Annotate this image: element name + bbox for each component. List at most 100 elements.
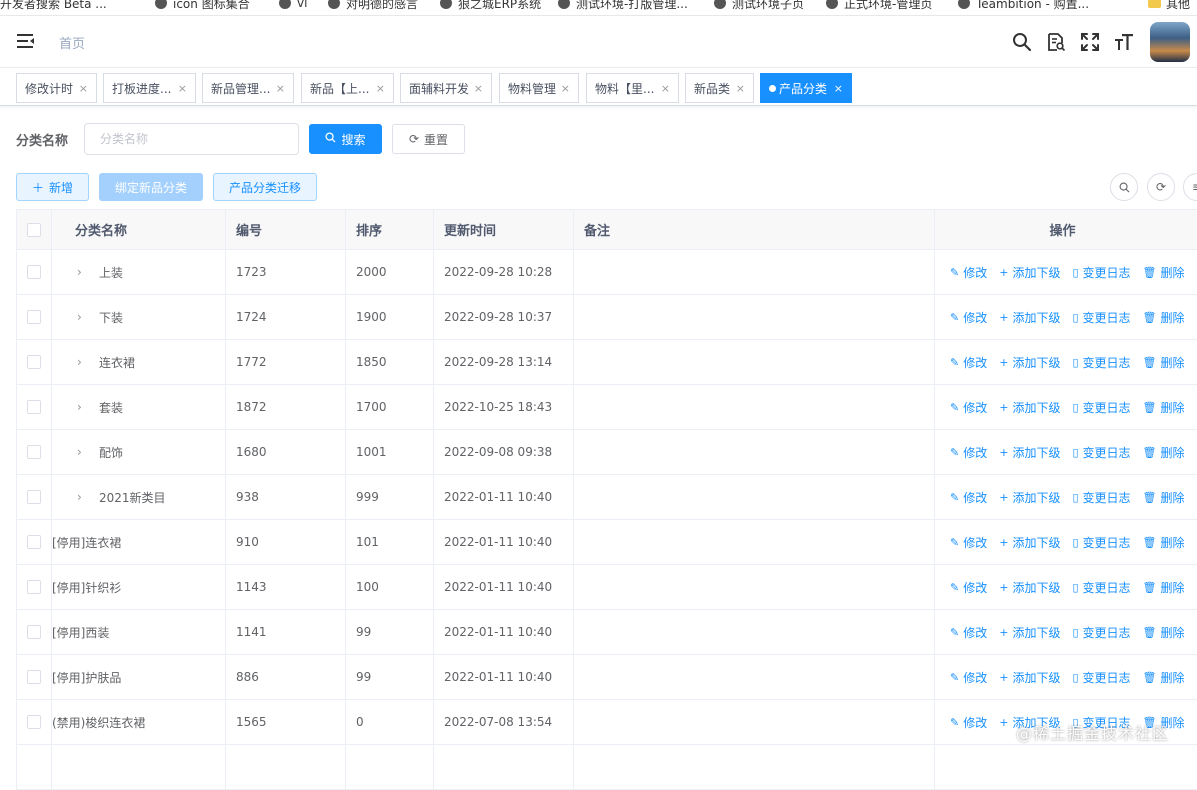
refresh-button[interactable]: ⟳ xyxy=(1147,173,1175,201)
delete-button[interactable]: 🗑 删除 xyxy=(1143,624,1185,641)
edit-button[interactable]: ✎ 修改 xyxy=(950,534,987,551)
edit-button[interactable]: ✎ 修改 xyxy=(950,354,987,371)
columns-button[interactable]: ≡ xyxy=(1183,173,1197,201)
change-log-button[interactable]: ▯ 变更日志 xyxy=(1072,354,1130,371)
edit-button[interactable]: ✎ 修改 xyxy=(950,444,987,461)
add-child-button[interactable]: + 添加下级 xyxy=(999,354,1060,371)
change-log-button[interactable]: ▯ 变更日志 xyxy=(1072,264,1130,281)
tag-item[interactable]: 打板进度... × xyxy=(103,73,196,103)
row-checkbox[interactable] xyxy=(27,400,41,414)
bookmark[interactable]: Teambition - 购置... xyxy=(958,0,1089,11)
bookmark[interactable]: 狼之城ERP系统 xyxy=(440,0,541,11)
chevron-right-icon[interactable]: › xyxy=(77,265,91,279)
add-child-button[interactable]: + 添加下级 xyxy=(999,444,1060,461)
close-icon[interactable]: × xyxy=(474,82,483,95)
add-child-button[interactable]: + 添加下级 xyxy=(999,579,1060,596)
change-log-button[interactable]: ▯ 变更日志 xyxy=(1072,309,1130,326)
breadcrumb[interactable]: 首页 xyxy=(59,33,85,52)
close-icon[interactable]: × xyxy=(661,82,670,95)
chevron-right-icon[interactable]: › xyxy=(77,355,91,369)
edit-button[interactable]: ✎ 修改 xyxy=(950,399,987,416)
tag-item-active[interactable]: 产品分类 × xyxy=(760,73,852,103)
bookmark[interactable]: 测试环境-打版管理... xyxy=(558,0,688,11)
tag-item[interactable]: 新品管理... × xyxy=(202,73,294,103)
change-log-button[interactable]: ▯ 变更日志 xyxy=(1072,489,1130,506)
migrate-category-button[interactable]: 产品分类迁移 xyxy=(213,173,317,201)
search-button[interactable]: 搜索 xyxy=(309,124,382,154)
edit-button[interactable]: ✎ 修改 xyxy=(950,579,987,596)
chevron-right-icon[interactable]: › xyxy=(77,400,91,414)
bookmark[interactable]: 开发者搜索 Beta ... xyxy=(0,0,107,11)
avatar[interactable] xyxy=(1150,22,1190,62)
add-child-button[interactable]: + 添加下级 xyxy=(999,624,1060,641)
close-icon[interactable]: × xyxy=(834,82,843,95)
delete-button[interactable]: 🗑 删除 xyxy=(1143,669,1185,686)
reset-button[interactable]: ⟳ 重置 xyxy=(392,124,465,154)
chevron-right-icon[interactable]: › xyxy=(77,445,91,459)
bookmark[interactable]: 对明德的感言 xyxy=(328,0,418,11)
tag-item[interactable]: 面辅料开发 × xyxy=(400,73,492,103)
bookmark[interactable]: 正式环境-管理页 xyxy=(826,0,932,11)
close-icon[interactable]: × xyxy=(79,82,88,95)
edit-button[interactable]: ✎ 修改 xyxy=(950,714,987,731)
document-search-icon[interactable] xyxy=(1046,32,1066,52)
add-child-button[interactable]: + 添加下级 xyxy=(999,489,1060,506)
tag-item[interactable]: 物料【里... × xyxy=(586,73,679,103)
delete-button[interactable]: 🗑 删除 xyxy=(1143,309,1185,326)
fullscreen-icon[interactable] xyxy=(1080,32,1100,52)
close-icon[interactable]: × xyxy=(178,82,187,95)
change-log-button[interactable]: ▯ 变更日志 xyxy=(1072,444,1130,461)
search-icon[interactable] xyxy=(1012,32,1032,52)
delete-button[interactable]: 🗑 删除 xyxy=(1143,534,1185,551)
edit-button[interactable]: ✎ 修改 xyxy=(950,264,987,281)
hamburger-icon[interactable] xyxy=(17,33,35,49)
row-checkbox[interactable] xyxy=(27,490,41,504)
tag-item[interactable]: 修改计时 × xyxy=(16,73,97,103)
add-child-button[interactable]: + 添加下级 xyxy=(999,264,1060,281)
add-child-button[interactable]: + 添加下级 xyxy=(999,534,1060,551)
row-checkbox[interactable] xyxy=(27,625,41,639)
edit-button[interactable]: ✎ 修改 xyxy=(950,309,987,326)
delete-button[interactable]: 🗑 删除 xyxy=(1143,444,1185,461)
add-child-button[interactable]: + 添加下级 xyxy=(999,309,1060,326)
row-checkbox[interactable] xyxy=(27,265,41,279)
delete-button[interactable]: 🗑 删除 xyxy=(1143,264,1185,281)
tag-item[interactable]: 物料管理 × xyxy=(499,73,579,103)
tag-item[interactable]: 新品【上... × xyxy=(301,73,394,103)
select-all-checkbox[interactable] xyxy=(27,222,41,237)
chevron-right-icon[interactable]: › xyxy=(77,310,91,324)
tag-item[interactable]: 新品类 × xyxy=(685,73,754,103)
delete-button[interactable]: 🗑 删除 xyxy=(1143,579,1185,596)
edit-button[interactable]: ✎ 修改 xyxy=(950,624,987,641)
bookmark-folder[interactable]: 其他 xyxy=(1148,0,1190,11)
row-checkbox[interactable] xyxy=(27,310,41,324)
edit-button[interactable]: ✎ 修改 xyxy=(950,669,987,686)
row-checkbox[interactable] xyxy=(27,535,41,549)
delete-button[interactable]: 🗑 删除 xyxy=(1143,399,1185,416)
row-checkbox[interactable] xyxy=(27,670,41,684)
row-checkbox[interactable] xyxy=(27,355,41,369)
close-icon[interactable]: × xyxy=(736,82,745,95)
change-log-button[interactable]: ▯ 变更日志 xyxy=(1072,624,1130,641)
delete-button[interactable]: 🗑 删除 xyxy=(1143,354,1185,371)
change-log-button[interactable]: ▯ 变更日志 xyxy=(1072,579,1130,596)
row-checkbox[interactable] xyxy=(27,445,41,459)
category-name-input[interactable] xyxy=(84,123,299,155)
row-checkbox[interactable] xyxy=(27,580,41,594)
chevron-right-icon[interactable]: › xyxy=(77,490,91,504)
add-child-button[interactable]: + 添加下级 xyxy=(999,399,1060,416)
toggle-search-button[interactable] xyxy=(1110,173,1138,201)
bookmark[interactable]: vi xyxy=(279,0,307,11)
close-icon[interactable]: × xyxy=(276,82,285,95)
add-button[interactable]: ＋ 新增 xyxy=(16,173,89,201)
add-child-button[interactable]: + 添加下级 xyxy=(999,669,1060,686)
font-size-icon[interactable] xyxy=(1114,32,1134,52)
change-log-button[interactable]: ▯ 变更日志 xyxy=(1072,399,1130,416)
bind-category-button[interactable]: 绑定新品分类 xyxy=(99,173,203,201)
edit-button[interactable]: ✎ 修改 xyxy=(950,489,987,506)
delete-button[interactable]: 🗑 删除 xyxy=(1143,489,1185,506)
close-icon[interactable]: × xyxy=(561,82,570,95)
change-log-button[interactable]: ▯ 变更日志 xyxy=(1072,669,1130,686)
change-log-button[interactable]: ▯ 变更日志 xyxy=(1072,534,1130,551)
row-checkbox[interactable] xyxy=(27,715,41,729)
